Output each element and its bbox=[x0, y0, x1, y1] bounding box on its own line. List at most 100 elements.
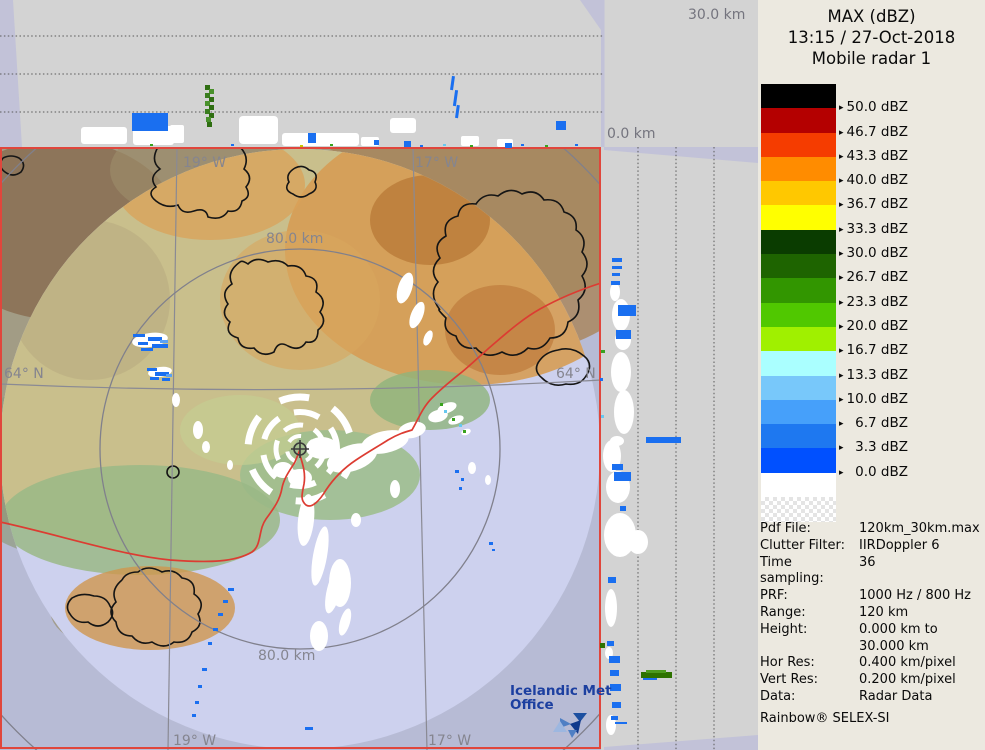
info-row: Vert Res: 0.200 km/pixel bbox=[760, 672, 984, 689]
lon-label-19w-top: 19° W bbox=[183, 155, 227, 171]
height-gridlines bbox=[0, 35, 604, 113]
tick-arrow-icon: ▸ bbox=[839, 297, 844, 308]
cone-edge-left bbox=[0, 0, 22, 147]
cone-edge-right bbox=[580, 0, 601, 30]
legend-swatch bbox=[761, 375, 836, 400]
legend-row: ▸ 26.7 dBZ bbox=[761, 254, 908, 285]
legend-label: 26.7 dBZ bbox=[846, 269, 908, 286]
tick-arrow-icon: ▸ bbox=[839, 103, 844, 114]
software-branding: Rainbow® SELEX-SI bbox=[760, 710, 890, 726]
info-value: 120 km bbox=[859, 604, 909, 620]
lat-label-64n-left: 64° N bbox=[4, 366, 44, 382]
tick-arrow-icon: ▸ bbox=[839, 419, 844, 430]
legend-label: 30.0 dBZ bbox=[846, 245, 908, 262]
legend-swatch bbox=[761, 181, 836, 206]
legend-label: 50.0 dBZ bbox=[846, 99, 908, 116]
legend-label: 43.3 dBZ bbox=[846, 147, 908, 164]
info-label: Vert Res: bbox=[760, 672, 819, 688]
info-label: Clutter Filter: bbox=[760, 537, 845, 553]
top-height-panel[interactable] bbox=[0, 0, 605, 148]
product-info-table: Pdf File: 120km_30km.max Clutter Filter:… bbox=[760, 521, 984, 728]
legend-row: ▸ 3.3 dBZ bbox=[761, 424, 908, 455]
legend-swatch bbox=[761, 156, 836, 182]
legend-row: ▸ 16.7 dBZ bbox=[761, 326, 908, 358]
height-axis-max-label: 30.0 km bbox=[688, 7, 746, 23]
tick-arrow-icon: ▸ bbox=[839, 224, 844, 235]
legend-row: ▸ 6.7 dBZ bbox=[761, 399, 908, 431]
info-label: Time sampling: bbox=[760, 554, 824, 587]
legend-label: 23.3 dBZ bbox=[846, 293, 908, 310]
legend-label: 13.3 dBZ bbox=[846, 366, 908, 383]
range-ring-label-bottom: 80.0 km bbox=[258, 648, 316, 664]
lon-label-19w-bottom: 19° W bbox=[173, 733, 217, 749]
legend-row: ▸ 13.3 dBZ bbox=[761, 351, 908, 383]
cone-edge-top bbox=[604, 147, 758, 163]
legend-label: 6.7 dBZ bbox=[846, 415, 908, 432]
info-value: 0.400 km/pixel bbox=[859, 655, 956, 671]
legend-swatch bbox=[761, 229, 836, 255]
radar-display-canvas[interactable] bbox=[0, 0, 758, 750]
info-label: Range: bbox=[760, 604, 806, 620]
info-label: Hor Res: bbox=[760, 655, 815, 671]
legend-swatch bbox=[761, 448, 836, 473]
info-row: Pdf File: 120km_30km.max bbox=[760, 521, 984, 538]
legend-row: ▸ 36.7 dBZ bbox=[761, 181, 908, 212]
legend-label: 16.7 dBZ bbox=[846, 342, 908, 359]
cone-edge-bottom bbox=[604, 735, 758, 750]
height-gridlines-vert bbox=[637, 147, 715, 750]
legend-label: 46.7 dBZ bbox=[846, 123, 908, 140]
main-map-panel[interactable] bbox=[0, 49, 700, 750]
info-value: 36 bbox=[859, 554, 876, 570]
met-office-pinwheel-icon bbox=[553, 713, 587, 738]
product-datetime: 13:15 / 27-Oct-2018 bbox=[787, 28, 956, 47]
info-label: Pdf File: bbox=[760, 521, 811, 536]
info-label: Height: bbox=[760, 621, 808, 637]
legend-swatch bbox=[761, 326, 836, 352]
side-panel-echoes bbox=[600, 258, 681, 735]
logo-text-line1: Icelandic Met bbox=[510, 683, 612, 699]
legend-row: ▸ 10.0 dBZ bbox=[761, 375, 908, 407]
legend-row: ▸ 43.3 dBZ bbox=[761, 132, 908, 164]
info-label: Data: bbox=[760, 688, 796, 704]
info-row: Height: 0.000 km to 30.000 km bbox=[760, 622, 984, 656]
info-label: PRF: bbox=[760, 588, 788, 604]
height-axis-origin-label: 0.0 km bbox=[607, 126, 656, 142]
tick-arrow-icon: ▸ bbox=[839, 443, 844, 454]
legend-label: 3.3 dBZ bbox=[846, 439, 908, 456]
legend-swatch bbox=[761, 302, 836, 327]
lon-label-17w-top: 17° W bbox=[415, 155, 459, 171]
tick-arrow-icon: ▸ bbox=[839, 273, 844, 284]
radar-application-window: 30.0 km 0.0 km 19° W 17° W 19° W 17° W 6… bbox=[0, 0, 985, 750]
dbz-color-scale: ▸ 50.0 dBZ ▸ 46.7 dBZ ▸ 43.3 dBZ ▸ 40.0 dBZ … bbox=[761, 84, 908, 522]
legend-label: 33.3 dBZ bbox=[846, 220, 908, 237]
tick-arrow-icon: ▸ bbox=[839, 346, 844, 357]
tick-arrow-icon: ▸ bbox=[839, 321, 844, 332]
tick-arrow-icon: ▸ bbox=[839, 394, 844, 405]
legend-row: ▸ 33.3 dBZ bbox=[761, 205, 908, 237]
legend-swatch bbox=[761, 108, 836, 133]
legend-band-below-0dbz bbox=[761, 472, 836, 497]
right-height-panel[interactable] bbox=[600, 147, 758, 750]
info-value: 1000 Hz / 800 Hz bbox=[859, 588, 972, 604]
legend-row: ▸ 20.0 dBZ bbox=[761, 302, 908, 334]
legend-label: 20.0 dBZ bbox=[846, 317, 908, 334]
info-row: Time sampling: 36 bbox=[760, 555, 984, 589]
sidebar: MAX (dBZ) 13:15 / 27-Oct-2018 Mobile rad… bbox=[758, 0, 985, 750]
legend-band-nodata bbox=[761, 496, 836, 522]
green-echo-column bbox=[205, 85, 214, 127]
info-row: Range: 120 km bbox=[760, 605, 984, 622]
info-value: 0.000 km to 30.000 km bbox=[859, 621, 938, 654]
tick-arrow-icon: ▸ bbox=[839, 151, 844, 162]
legend-label: 0.0 dBZ bbox=[846, 463, 908, 480]
tick-arrow-icon: ▸ bbox=[839, 249, 844, 260]
info-value: 120km_30km.max bbox=[859, 521, 980, 536]
range-ring-label-top: 80.0 km bbox=[266, 231, 324, 247]
legend-swatch bbox=[761, 278, 836, 303]
product-radar-name: Mobile radar 1 bbox=[811, 49, 932, 68]
lon-label-17w-bottom: 17° W bbox=[428, 733, 472, 749]
legend-swatch bbox=[761, 424, 836, 449]
info-row: PRF: 1000 Hz / 800 Hz bbox=[760, 588, 984, 605]
legend-label: 36.7 dBZ bbox=[846, 196, 908, 213]
legend-label: 40.0 dBZ bbox=[846, 172, 908, 189]
legend-label: 10.0 dBZ bbox=[846, 390, 908, 407]
